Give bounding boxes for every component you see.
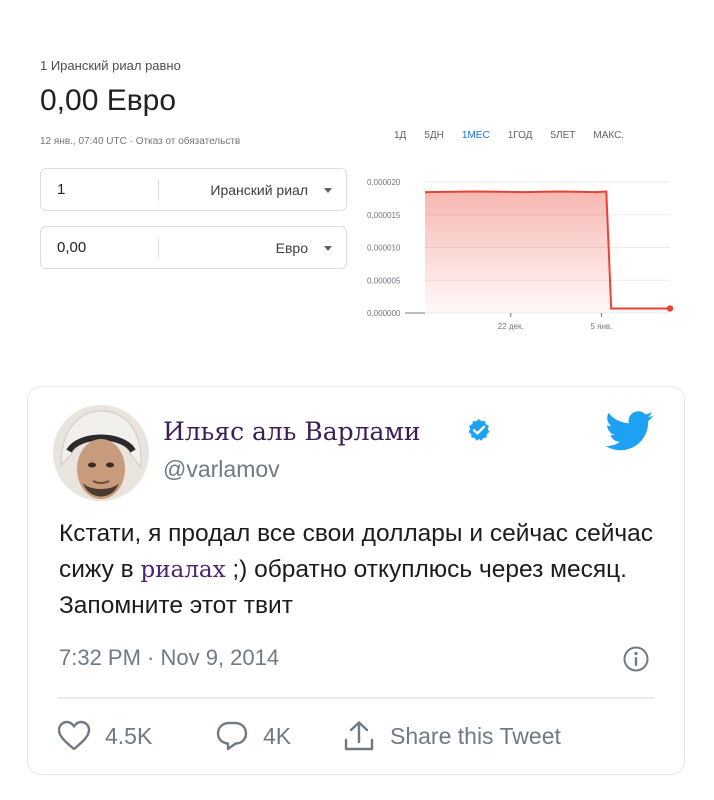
like-button[interactable]: 4.5K <box>57 720 152 752</box>
conversion-label: 1 Иранский риал равно <box>40 58 181 73</box>
y-tick-label: 0,000010 <box>367 244 401 253</box>
from-amount-input[interactable]: 1 <box>57 181 65 198</box>
to-amount-input[interactable]: 0,00 <box>57 239 86 256</box>
share-label: Share this Tweet <box>390 722 561 749</box>
chevron-down-icon[interactable] <box>324 246 332 251</box>
y-tick-label: 0,000015 <box>367 211 401 220</box>
y-tick-label: 0,000000 <box>367 309 401 318</box>
heart-icon <box>57 720 91 751</box>
meta-separator: · <box>126 136 136 147</box>
range-tab-3[interactable]: 1ГОД <box>508 130 533 141</box>
from-currency-select[interactable]: Иранский риал <box>210 182 308 198</box>
reply-bubble-icon <box>216 721 248 751</box>
tweet-text: Кстати, я продал все свои доллары и сейч… <box>59 516 679 624</box>
y-tick-label: 0,000020 <box>367 178 401 187</box>
conversion-timestamp: 12 янв., 07:40 UTC <box>40 136 127 147</box>
field-divider <box>158 179 159 201</box>
divider <box>58 697 654 699</box>
share-icon <box>344 721 374 751</box>
reply-button[interactable]: 4K <box>215 720 291 752</box>
like-count: 4.5K <box>105 722 153 749</box>
x-tick-label: 5 янв. <box>590 322 612 331</box>
x-tick-label: 22 дек. <box>498 322 524 331</box>
verified-badge-icon <box>468 419 490 441</box>
disclaimer-link[interactable]: Отказ от обязательств <box>136 136 241 147</box>
conversion-result: 0,00 Евро <box>40 84 177 117</box>
conversion-meta: 12 янв., 07:40 UTC · Отказ от обязательс… <box>40 136 240 147</box>
range-tab-0[interactable]: 1Д <box>394 130 406 141</box>
twitter-bird-icon[interactable] <box>606 411 654 451</box>
reply-count: 4K <box>263 722 292 749</box>
share-button[interactable]: Share this Tweet <box>342 720 561 752</box>
tweet-text-highlight: риалах <box>140 557 226 583</box>
range-tab-5[interactable]: МАКС. <box>593 130 624 141</box>
author-handle[interactable]: @varlamov <box>163 456 280 483</box>
from-currency-box[interactable]: 1 Иранский риал <box>40 168 347 211</box>
to-currency-select[interactable]: Евро <box>276 240 308 256</box>
tweet-timestamp[interactable]: 7:32 PM · Nov 9, 2014 <box>59 645 279 671</box>
range-tab-4[interactable]: 5ЛЕТ <box>550 130 575 141</box>
to-currency-box[interactable]: 0,00 Евро <box>40 226 347 269</box>
range-tab-2[interactable]: 1МЕС <box>462 130 490 141</box>
exchange-rate-chart: 0,000020 0,000015 0,000010 0,000005 0,000000… <box>367 178 674 331</box>
chart-endpoint <box>666 305 674 312</box>
field-divider <box>158 237 159 259</box>
chart-area <box>425 191 670 313</box>
author-name[interactable]: Ильяс аль Варлами <box>163 417 421 446</box>
avatar[interactable] <box>53 405 149 501</box>
info-icon[interactable] <box>622 645 650 673</box>
y-tick-label: 0,000005 <box>367 276 401 285</box>
range-tabs: 1Д 5ДН 1МЕС 1ГОД 5ЛЕТ МАКС. <box>394 130 642 141</box>
range-tab-1[interactable]: 5ДН <box>424 130 444 141</box>
chevron-down-icon[interactable] <box>324 188 332 193</box>
